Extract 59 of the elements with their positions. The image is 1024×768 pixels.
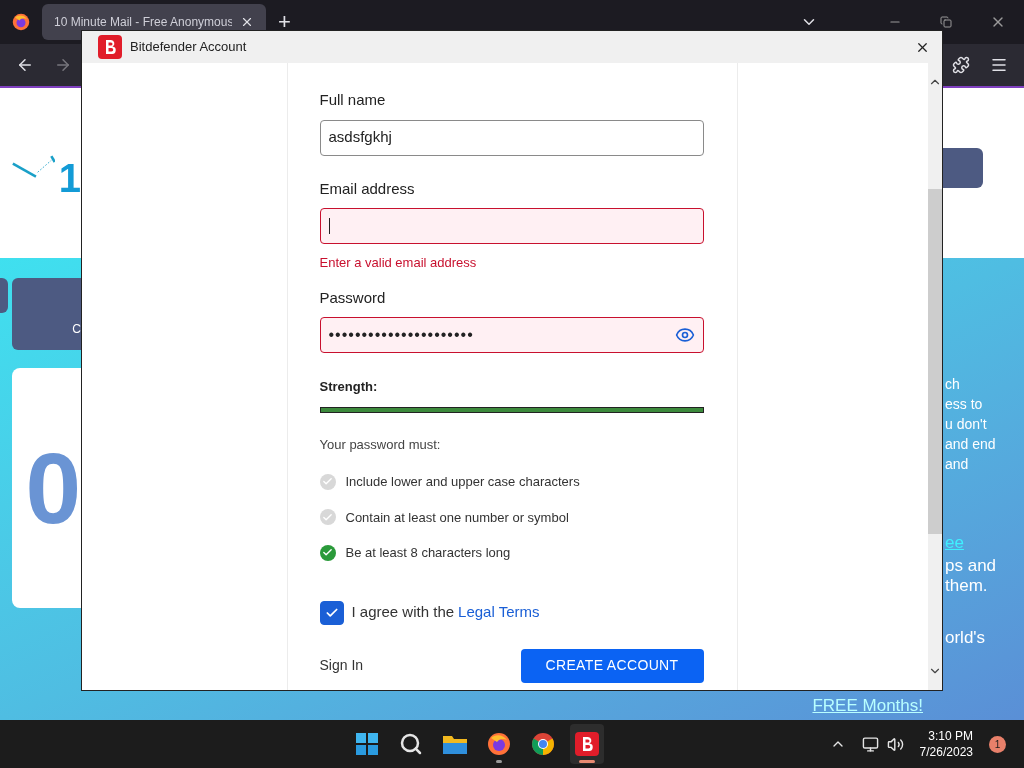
field-label: Full name <box>319 90 387 110</box>
text-line: orld's <box>945 627 987 648</box>
new-tab-button[interactable]: + <box>278 11 291 33</box>
field-label: Email address <box>319 178 416 199</box>
window-title: Bitdefender Account <box>130 38 247 57</box>
volume-icon[interactable] <box>886 735 904 753</box>
error-message: Enter a valid email address <box>319 254 478 272</box>
agree-checkbox[interactable] <box>319 600 344 625</box>
network-icon[interactable] <box>861 735 879 753</box>
strength-label: Strength: <box>319 378 379 396</box>
browser-globe-icon[interactable] <box>12 13 30 31</box>
date: 7/26/2023 <box>919 744 973 760</box>
scroll-thumb[interactable] <box>928 189 942 534</box>
text-line: them. <box>945 575 989 596</box>
logo-digit: 1 <box>58 158 81 198</box>
input-field[interactable] <box>319 208 704 244</box>
card-text: C <box>72 321 81 338</box>
time: 3:10 PM <box>928 728 973 744</box>
dark-card[interactable]: C <box>12 278 81 350</box>
close-icon[interactable] <box>240 15 254 29</box>
notification-badge[interactable]: 1 <box>989 735 1006 753</box>
scrollbar[interactable] <box>928 63 942 690</box>
rule-text: Include lower and upper case characters <box>345 473 580 491</box>
letter-b-logo-icon <box>98 35 122 59</box>
sign-in-link[interactable]: Sign In <box>319 655 364 676</box>
back-icon[interactable] <box>16 56 34 74</box>
rule-text: Contain at least one number or symbol <box>345 508 569 527</box>
menu-icon[interactable] <box>990 56 1008 74</box>
paragraph-line: ch <box>945 375 961 394</box>
chrome-icon <box>531 732 555 756</box>
agree-text: I agree with the <box>351 602 455 623</box>
paragraph-line: and <box>945 455 970 474</box>
forward-icon[interactable] <box>54 56 72 74</box>
input-field[interactable]: •••••••••••••••••••••• <box>319 317 704 353</box>
card-edge <box>0 278 8 313</box>
folder-icon <box>442 733 468 755</box>
letter-b-logo-icon <box>575 732 599 756</box>
paragraph-line: ess to <box>945 395 984 414</box>
password-value: •••••••••••••••••••••• <box>328 325 475 345</box>
show-password-icon[interactable] <box>674 325 695 345</box>
rule-text: Be at least 8 characters long <box>345 544 511 562</box>
field-label: Password <box>319 287 387 308</box>
create-account-button[interactable]: CREATE ACCOUNT <box>520 648 704 683</box>
legal-terms-link[interactable]: Legal Terms <box>458 601 540 624</box>
field-value: asdsfgkhj <box>328 127 392 148</box>
input-field[interactable]: asdsfgkhj <box>319 119 704 156</box>
taskbar-app[interactable] <box>570 724 604 764</box>
text-line: ps and <box>945 555 998 576</box>
paragraph-line: and end <box>945 435 997 454</box>
windows-icon <box>355 732 379 756</box>
search-icon <box>399 732 423 756</box>
paragraph-line: u don't <box>945 415 988 434</box>
counter-digit: 0 <box>25 438 81 538</box>
extensions-icon[interactable] <box>952 56 970 74</box>
clock[interactable]: 3:10 PM 7/26/2023 <box>919 728 973 760</box>
text-cursor <box>328 218 330 234</box>
browser-globe-icon <box>487 732 511 756</box>
rules-title: Your password must: <box>319 435 442 454</box>
restore-icon[interactable] <box>940 16 952 28</box>
